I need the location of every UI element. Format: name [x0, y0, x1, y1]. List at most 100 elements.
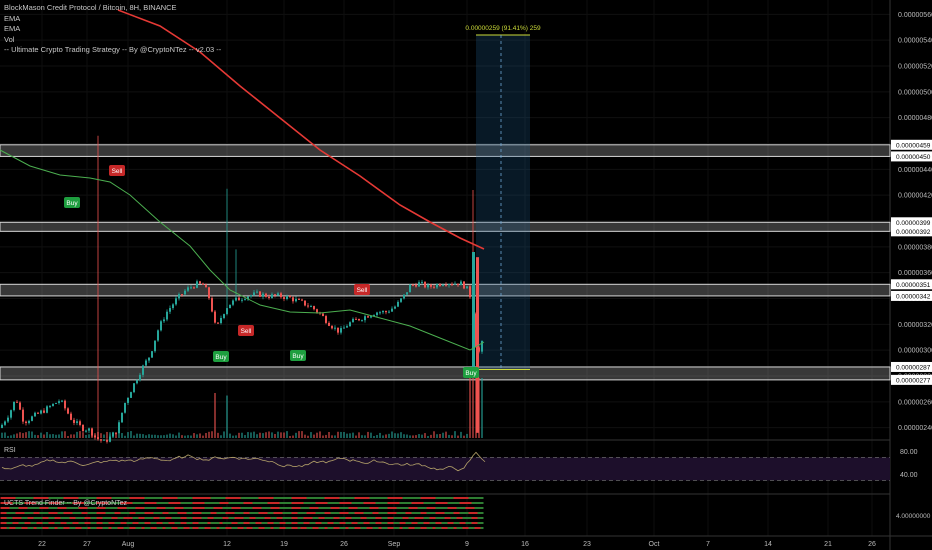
- chart-stage[interactable]: 0.00000259 (91.41%) 259 Buy Sell Buy Sell Bu…: [0, 0, 932, 550]
- trend-cell: [255, 522, 259, 524]
- trend-cell: [219, 512, 223, 514]
- trend-cell: [123, 497, 127, 499]
- trend-cell: [204, 522, 208, 524]
- trend-cell: [390, 512, 394, 514]
- trend-cell: [33, 497, 37, 499]
- trend-cell: [465, 507, 469, 509]
- volume-bar-130: [391, 431, 393, 438]
- trend-cell: [378, 527, 382, 529]
- trend-cell: [243, 497, 247, 499]
- candle-body-63: [190, 287, 192, 289]
- trend-cell: [222, 507, 226, 509]
- trend-cell: [3, 527, 7, 529]
- trend-cell: [87, 517, 91, 519]
- signal-1-text: Sell: [112, 168, 123, 175]
- trend-cell: [150, 517, 154, 519]
- trend-cell: [78, 497, 82, 499]
- trend-cell: [339, 527, 343, 529]
- trend-cell: [204, 497, 208, 499]
- volume-bar-136: [409, 435, 411, 438]
- trend-cell: [246, 517, 250, 519]
- trend-cell: [366, 502, 370, 504]
- trend-cell: [189, 517, 193, 519]
- trend-cell: [465, 502, 469, 504]
- trend-cell: [225, 527, 229, 529]
- legend-strategy[interactable]: -- Ultimate Crypto Trading Strategy -- B…: [4, 45, 221, 56]
- trend-cell: [120, 507, 124, 509]
- candle-body-29: [88, 428, 90, 431]
- trend-cell: [24, 512, 28, 514]
- legend-ema-1[interactable]: EMA: [4, 14, 221, 25]
- trend-cell: [444, 497, 448, 499]
- trend-cell: [276, 512, 280, 514]
- trend-cell: [282, 502, 286, 504]
- trend-cell: [318, 517, 322, 519]
- trend-cell: [276, 507, 280, 509]
- trend-cell: [183, 527, 187, 529]
- candle-body-34: [103, 439, 105, 441]
- trend-cell: [411, 522, 415, 524]
- trend-cell: [339, 497, 343, 499]
- trend-cell: [357, 517, 361, 519]
- trend-cell: [111, 517, 115, 519]
- trend-cell: [330, 507, 334, 509]
- trend-cell: [354, 517, 358, 519]
- signal-3-text: Sell: [241, 328, 252, 335]
- trend-cell: [6, 522, 10, 524]
- trend-cell: [27, 497, 31, 499]
- trend-cell: [477, 507, 481, 509]
- candle-body-5: [16, 401, 18, 403]
- legend-title[interactable]: BlockMason Credit Protocol / Bitcoin, 8H…: [4, 3, 221, 14]
- trend-cell: [387, 527, 391, 529]
- trend-cell: [129, 527, 133, 529]
- trend-cell: [246, 512, 250, 514]
- trend-cell: [381, 512, 385, 514]
- trend-cell: [288, 527, 292, 529]
- volume-bar-77: [232, 435, 234, 438]
- trend-cell: [342, 522, 346, 524]
- volume-bar-97: [292, 435, 294, 438]
- trend-cell: [63, 507, 67, 509]
- trend-cell: [441, 502, 445, 504]
- trend-cell: [243, 502, 247, 504]
- trend-cell: [333, 502, 337, 504]
- trend-cell: [186, 507, 190, 509]
- trend-cell: [423, 527, 427, 529]
- trend-cell: [15, 512, 19, 514]
- trend-cell: [273, 522, 277, 524]
- trend-cell: [354, 527, 358, 529]
- trend-cell: [153, 497, 157, 499]
- legend-vol[interactable]: Vol: [4, 35, 221, 46]
- trend-cell: [408, 507, 412, 509]
- trend-cell: [141, 497, 145, 499]
- trend-cell: [72, 497, 76, 499]
- volume-bar-53: [160, 435, 162, 438]
- candle-body-30: [91, 428, 93, 436]
- trend-cell: [3, 522, 7, 524]
- trend-cell: [204, 502, 208, 504]
- trend-label[interactable]: UCTS Trend Finder -- By @CryptoNTez: [4, 500, 127, 507]
- trend-cell: [438, 507, 442, 509]
- trend-cell: [369, 497, 373, 499]
- trend-cell: [210, 502, 214, 504]
- trend-cell: [81, 517, 85, 519]
- legend-ema-2[interactable]: EMA: [4, 24, 221, 35]
- trend-cell: [363, 497, 367, 499]
- trend-cell: [21, 507, 25, 509]
- trend-cell: [138, 517, 142, 519]
- trend-cell: [6, 507, 10, 509]
- zone-label-5: 0.00000342: [896, 293, 931, 300]
- trend-cell: [156, 517, 160, 519]
- trend-cell: [24, 497, 28, 499]
- rsi-label[interactable]: RSI: [4, 447, 16, 454]
- volume-bar-12: [37, 435, 39, 438]
- candle-body-108: [325, 316, 327, 323]
- trend-cell: [396, 527, 400, 529]
- trend-cell: [453, 517, 457, 519]
- trend-cell: [9, 512, 13, 514]
- trend-cell: [321, 517, 325, 519]
- volume-bar-61: [184, 435, 186, 438]
- trend-cell: [39, 512, 43, 514]
- trend-cell: [291, 512, 295, 514]
- trend-cell: [417, 522, 421, 524]
